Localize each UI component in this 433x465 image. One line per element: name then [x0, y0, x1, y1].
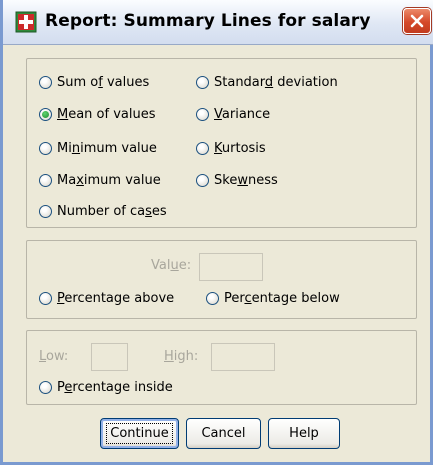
radio-label: Maximum value: [57, 173, 161, 188]
value-label: Value:: [151, 258, 192, 273]
skewness-radio[interactable]: Skewness: [196, 173, 278, 188]
variance-radio[interactable]: Variance: [196, 107, 270, 122]
radio-label: Skewness: [214, 173, 278, 188]
radio-indicator[interactable]: [39, 174, 52, 187]
spss-report-icon: [15, 11, 37, 33]
radio-label: Sum of values: [57, 75, 150, 90]
radio-indicator[interactable]: [206, 292, 219, 305]
radio-label: Mean of values: [57, 107, 156, 122]
radio-indicator[interactable]: [39, 292, 52, 305]
percentage-below-radio[interactable]: Percentage below: [206, 291, 340, 306]
high-input[interactable]: [211, 343, 275, 371]
low-input[interactable]: [91, 343, 128, 371]
summary-lines-dialog: Report: Summary Lines for salary Sum of …: [0, 0, 433, 465]
radio-indicator[interactable]: [196, 174, 209, 187]
close-icon: [410, 14, 424, 28]
percentage-value-group: Value: Percentage above Percentage below: [26, 240, 417, 319]
mean-of-values-radio[interactable]: Mean of values: [39, 107, 156, 122]
value-input[interactable]: [199, 253, 263, 281]
radio-label: Number of cases: [57, 204, 167, 219]
radio-label: Kurtosis: [214, 141, 266, 156]
cancel-button[interactable]: Cancel: [186, 418, 261, 449]
standard-deviation-radio[interactable]: Standard deviation: [196, 75, 338, 90]
radio-indicator[interactable]: [196, 108, 209, 121]
percentage-range-group: Low: High: Percentage inside: [26, 330, 417, 405]
radio-label: Minimum value: [57, 141, 157, 156]
percentage-inside-radio[interactable]: Percentage inside: [39, 380, 173, 395]
percentage-above-radio[interactable]: Percentage above: [39, 291, 174, 306]
title-bar[interactable]: Report: Summary Lines for salary: [3, 0, 433, 45]
radio-indicator[interactable]: [39, 142, 52, 155]
close-button[interactable]: [403, 8, 431, 34]
radio-indicator[interactable]: [39, 108, 52, 121]
summary-statistics-group: Sum of values Mean of values Minimum val…: [26, 58, 417, 228]
radio-indicator[interactable]: [39, 76, 52, 89]
radio-label: Variance: [214, 107, 271, 122]
number-of-cases-radio[interactable]: Number of cases: [39, 204, 167, 219]
minimum-value-radio[interactable]: Minimum value: [39, 141, 157, 156]
window-title: Report: Summary Lines for salary: [45, 11, 371, 31]
sum-of-values-radio[interactable]: Sum of values: [39, 75, 149, 90]
maximum-value-radio[interactable]: Maximum value: [39, 173, 161, 188]
radio-indicator[interactable]: [39, 381, 52, 394]
radio-indicator[interactable]: [196, 76, 209, 89]
kurtosis-radio[interactable]: Kurtosis: [196, 141, 266, 156]
continue-button[interactable]: Continue: [100, 418, 179, 449]
radio-label: Percentage above: [57, 291, 175, 306]
high-label: High:: [164, 349, 199, 364]
low-label: Low:: [39, 349, 69, 364]
radio-indicator[interactable]: [196, 142, 209, 155]
help-button[interactable]: Help: [268, 418, 340, 449]
continue-label: Continue: [106, 423, 173, 444]
radio-label: Standard deviation: [214, 75, 338, 90]
radio-indicator[interactable]: [39, 205, 52, 218]
radio-label: Percentage below: [224, 291, 340, 306]
radio-label: Percentage inside: [57, 380, 173, 395]
